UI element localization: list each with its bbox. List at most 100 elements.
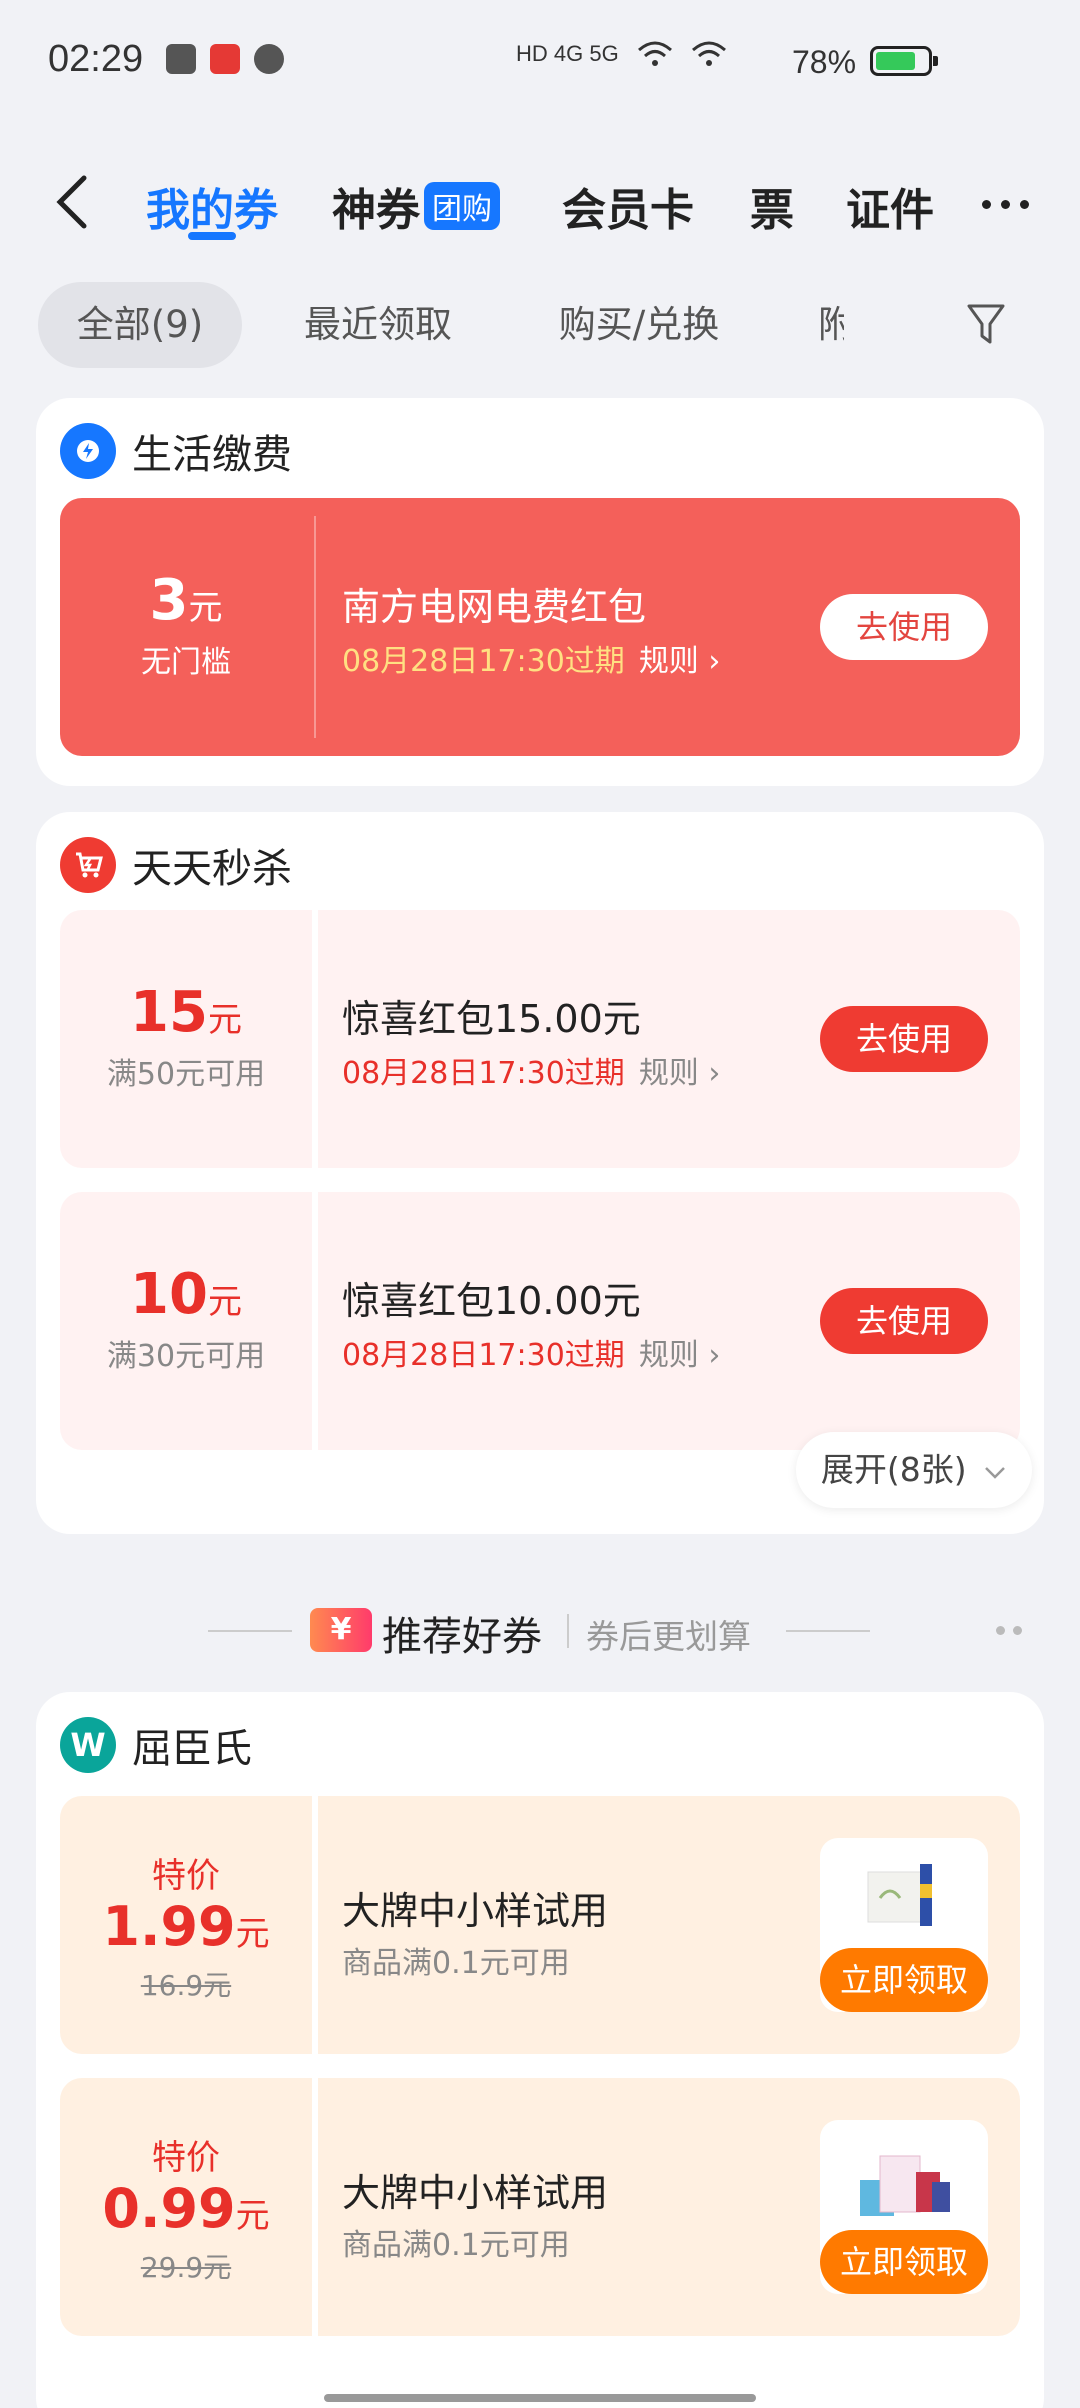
coupon-card[interactable]: 3元 无门槛 南方电网电费红包 08月28日17:30过期 规则 › 去使用	[60, 498, 1020, 756]
rule-link[interactable]: 规则 ›	[639, 1056, 721, 1091]
coupon-title: 惊喜红包10.00元	[342, 1279, 641, 1323]
rule-link[interactable]: 规则 ›	[639, 644, 721, 679]
coupon-meta: 08月28日17:30过期 规则 ›	[342, 1330, 720, 1374]
coupon-condition: 商品满0.1元可用	[342, 1946, 570, 1981]
notification-app-icon	[210, 44, 240, 74]
coupon-price: 1.99	[102, 1895, 236, 1958]
rule-link[interactable]: 规则 ›	[639, 1338, 721, 1373]
filter-chip-recent[interactable]: 最近领取	[286, 282, 470, 368]
back-arrow-icon[interactable]	[50, 172, 94, 232]
divider	[786, 1630, 870, 1632]
coupon-value: 特价 0.99元 29.9元	[60, 2078, 312, 2336]
divider	[312, 1192, 318, 1450]
battery-level	[876, 52, 915, 70]
network-label: HD 4G 5G	[516, 41, 619, 66]
coupon-expiry: 08月28日17:30过期	[342, 1338, 625, 1373]
filter-chip-nearby[interactable]: 附	[818, 282, 844, 368]
product-sample-icon	[860, 2155, 950, 2216]
watsons-logo: W	[60, 1717, 116, 1773]
coupon-expiry: 08月28日17:30过期	[342, 644, 625, 679]
original-price: 29.9元	[140, 2251, 232, 2284]
coupon-condition: 无门槛	[141, 645, 231, 680]
coupon-amount: 3	[149, 568, 189, 633]
claim-button[interactable]: 立即领取	[820, 2230, 988, 2294]
use-button[interactable]: 去使用	[820, 1288, 988, 1354]
divider	[312, 2078, 318, 2336]
divider	[312, 1796, 318, 2054]
coupon-unit: 元	[235, 2196, 270, 2236]
filter-icon[interactable]	[966, 302, 1006, 346]
more-icon[interactable]	[996, 1626, 1022, 1635]
home-indicator[interactable]	[324, 2394, 756, 2402]
active-tab-indicator	[188, 232, 236, 240]
chevron-down-icon	[985, 1467, 1006, 1479]
watsons-card: W 屈臣氏 特价 1.99元 16.9元 大牌中小样试用 商品满0.1元可用 立…	[36, 1692, 1044, 2408]
coupon-unit: 元	[207, 1282, 242, 1322]
coupon-card[interactable]: 特价 0.99元 29.9元 大牌中小样试用 商品满0.1元可用 立即领取	[60, 2078, 1020, 2336]
more-icon[interactable]	[982, 200, 1029, 209]
filter-bar: 全部(9) 最近领取 购买/兑换 附	[0, 278, 1080, 368]
recommend-title: 推荐好券	[382, 1614, 542, 1660]
wifi-icon	[637, 41, 672, 66]
status-time: 02:29	[48, 38, 144, 80]
product-image[interactable]: 立即领取	[820, 2120, 988, 2294]
card-header: W 屈臣氏	[60, 1716, 252, 1774]
cart-icon	[60, 837, 116, 893]
lightning-icon	[60, 423, 116, 479]
coupon-card[interactable]: 15元 满50元可用 惊喜红包15.00元 08月28日17:30过期 规则 › …	[60, 910, 1020, 1168]
coupon-card[interactable]: 10元 满30元可用 惊喜红包10.00元 08月28日17:30过期 规则 › …	[60, 1192, 1020, 1450]
expand-button[interactable]: 展开(8张)	[796, 1432, 1032, 1508]
coupon-value: 10元 满30元可用	[60, 1192, 312, 1450]
coupon-expiry: 08月28日17:30过期	[342, 1056, 625, 1091]
coupon-meta: 08月28日17:30过期 规则 ›	[342, 636, 720, 680]
group-buy-badge: 团购	[424, 182, 500, 230]
claim-button[interactable]: 立即领取	[820, 1948, 988, 2012]
coupon-unit: 元	[235, 1914, 270, 1954]
signal-indicators: HD 4G 5G	[516, 40, 727, 68]
card-header: 生活缴费	[60, 422, 292, 480]
section-title: 天天秒杀	[132, 846, 292, 892]
coupon-amount: 15	[130, 980, 208, 1045]
divider	[208, 1630, 292, 1632]
product-sample-icon	[867, 1864, 932, 1926]
coupon-title: 惊喜红包15.00元	[342, 997, 641, 1041]
tab-membership-cards[interactable]: 会员卡	[562, 174, 694, 238]
coupon-card[interactable]: 特价 1.99元 16.9元 大牌中小样试用 商品满0.1元可用 立即领取	[60, 1796, 1020, 2054]
tab-super-coupons[interactable]: 神券 团购	[332, 174, 500, 238]
tab-label: 神券	[332, 185, 420, 236]
yen-coupon-icon: ¥	[310, 1608, 372, 1652]
coupon-title: 大牌中小样试用	[342, 2171, 609, 2215]
product-image[interactable]: 立即领取	[820, 1838, 988, 2012]
use-button[interactable]: 去使用	[820, 1006, 988, 1072]
divider	[567, 1614, 569, 1648]
section-title: 屈臣氏	[132, 1726, 252, 1772]
divider	[314, 516, 316, 738]
coupon-amount: 10	[130, 1262, 208, 1327]
status-bar: 02:29 HD 4G 5G 78%	[0, 0, 1080, 120]
coupon-meta: 08月28日17:30过期 规则 ›	[342, 1048, 720, 1092]
divider	[312, 910, 318, 1168]
tab-documents[interactable]: 证件	[846, 174, 934, 238]
wifi-icon	[691, 41, 726, 66]
expand-label: 展开(8张)	[820, 1450, 967, 1489]
coupon-price: 0.99	[102, 2177, 236, 2240]
coupon-value: 特价 1.99元 16.9元	[60, 1796, 312, 2054]
flash-sale-card: 天天秒杀 15元 满50元可用 惊喜红包15.00元 08月28日17:30过期…	[36, 812, 1044, 1534]
notification-app-icon	[166, 44, 196, 74]
tab-tickets[interactable]: 票	[750, 174, 794, 238]
battery-percent: 78%	[792, 44, 857, 80]
coupon-title: 大牌中小样试用	[342, 1889, 609, 1933]
coupon-value: 3元 无门槛	[60, 498, 312, 756]
card-header: 天天秒杀	[60, 836, 292, 894]
coupon-condition: 满30元可用	[106, 1339, 266, 1374]
filter-chip-purchase[interactable]: 购买/兑换	[540, 282, 738, 368]
use-button[interactable]: 去使用	[820, 594, 988, 660]
tab-my-coupons[interactable]: 我的券	[146, 174, 278, 238]
filter-chip-all[interactable]: 全部(9)	[38, 282, 242, 368]
recommend-header: ¥ 推荐好券 券后更划算	[0, 1600, 1080, 1660]
coupon-unit: 元	[188, 588, 223, 628]
coupon-unit: 元	[207, 1000, 242, 1040]
message-icon	[254, 44, 284, 74]
section-title: 生活缴费	[132, 432, 292, 478]
special-price-tag: 特价	[152, 1856, 220, 1896]
